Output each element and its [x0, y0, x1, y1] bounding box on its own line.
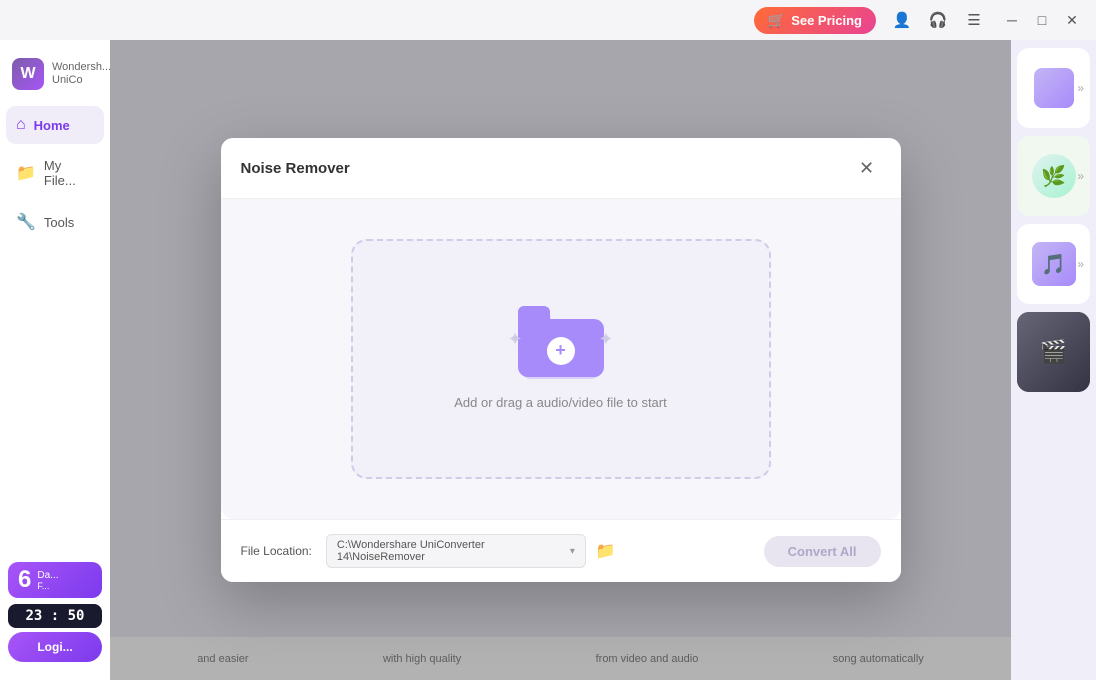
see-pricing-button[interactable]: 🛒 See Pricing — [754, 7, 876, 34]
app-container: W Wondersh... UniCo ⌂ Home 📁 My File... … — [0, 40, 1096, 680]
modal-overlay: Noise Remover ✕ + ✦ ✦ Ad — [110, 40, 1011, 680]
file-location-input: C:\Wondershare UniConverter 14\NoiseRemo… — [326, 534, 622, 568]
sidebar-item-tools[interactable]: 🔧 Tools — [6, 202, 104, 242]
sidebar-item-myfiles[interactable]: 📁 My File... — [6, 148, 104, 198]
days-badge: 6 Da... F... — [8, 562, 102, 598]
sidebar-item-myfiles-label: My File... — [44, 158, 94, 188]
close-button[interactable]: ✕ — [1060, 8, 1084, 32]
right-card-img-1 — [1034, 68, 1074, 108]
sparkle-right-icon: ✦ — [598, 329, 613, 350]
file-path-box[interactable]: C:\Wondershare UniConverter 14\NoiseRemo… — [326, 534, 586, 568]
file-location-section: File Location: C:\Wondershare UniConvert… — [241, 534, 622, 568]
noise-remover-modal: Noise Remover ✕ + ✦ ✦ Ad — [221, 138, 901, 582]
headset-icon[interactable]: 🎧 — [924, 6, 952, 34]
files-icon: 📁 — [16, 163, 36, 183]
home-icon: ⌂ — [16, 116, 26, 134]
user-icon[interactable]: 👤 — [888, 6, 916, 34]
see-pricing-label: See Pricing — [791, 13, 862, 28]
right-card-2-more-icon: » — [1077, 169, 1084, 183]
window-controls: ─ □ ✕ — [1000, 8, 1084, 32]
right-card-4[interactable]: 🎬 — [1017, 312, 1090, 392]
logo-icon: W — [12, 58, 44, 90]
right-card-1[interactable]: » — [1017, 48, 1090, 128]
sidebar-bottom: 6 Da... F... 23 : 50 Logi... — [0, 554, 110, 670]
sidebar-nav: ⌂ Home 📁 My File... 🔧 Tools — [0, 106, 110, 242]
right-card-1-more-icon: » — [1077, 81, 1084, 95]
right-card-img-2: 🌿 — [1032, 154, 1076, 198]
title-bar: 🛒 See Pricing 👤 🎧 ☰ ─ □ ✕ — [0, 0, 1096, 40]
menu-icon[interactable]: ☰ — [960, 6, 988, 34]
modal-footer: File Location: C:\Wondershare UniConvert… — [221, 519, 901, 582]
modal-body: + ✦ ✦ Add or drag a audio/video file to … — [221, 199, 901, 519]
modal-header: Noise Remover ✕ — [221, 138, 901, 199]
login-button[interactable]: Logi... — [8, 632, 102, 662]
logo-text: Wondersh... UniCo — [52, 61, 111, 87]
modal-title: Noise Remover — [241, 160, 350, 177]
sidebar-item-home[interactable]: ⌂ Home — [6, 106, 104, 144]
file-location-label: File Location: — [241, 544, 312, 558]
sidebar: W Wondersh... UniCo ⌂ Home 📁 My File... … — [0, 40, 110, 680]
folder-icon-container: + ✦ ✦ — [516, 309, 606, 379]
cart-icon: 🛒 — [768, 12, 785, 29]
timer-display: 23 : 50 — [8, 604, 102, 628]
folder-plus-icon: + — [547, 337, 575, 365]
folder-browse-button[interactable]: 📁 — [590, 539, 622, 563]
convert-all-button[interactable]: Convert All — [764, 536, 881, 567]
right-panel: » 🌿 » 🎵 » 🎬 — [1011, 40, 1096, 680]
drop-zone-text: Add or drag a audio/video file to start — [454, 395, 666, 410]
tools-icon: 🔧 — [16, 212, 36, 232]
days-sublabel: F... — [37, 581, 58, 591]
folder-front: + — [518, 319, 604, 377]
file-path-text: C:\Wondershare UniConverter 14\NoiseRemo… — [337, 539, 570, 563]
minimize-button[interactable]: ─ — [1000, 8, 1024, 32]
title-bar-icons: 👤 🎧 ☰ — [888, 6, 988, 34]
right-card-2[interactable]: 🌿 » — [1017, 136, 1090, 216]
days-label: Da... — [37, 570, 58, 581]
right-card-video-thumb: 🎬 — [1017, 312, 1090, 392]
right-card-img-3: 🎵 — [1032, 242, 1076, 286]
maximize-button[interactable]: □ — [1030, 8, 1054, 32]
modal-close-button[interactable]: ✕ — [853, 154, 881, 182]
chevron-down-icon: ▾ — [570, 546, 575, 557]
sidebar-item-tools-label: Tools — [44, 215, 74, 230]
sidebar-logo: W Wondersh... UniCo — [0, 50, 110, 106]
sidebar-item-home-label: Home — [34, 118, 70, 133]
drop-zone[interactable]: + ✦ ✦ Add or drag a audio/video file to … — [351, 239, 771, 479]
sparkle-left-icon: ✦ — [508, 329, 523, 350]
main-content: Noise Remover ✕ + ✦ ✦ Ad — [110, 40, 1011, 680]
days-number: 6 — [18, 568, 31, 592]
right-card-3-more-icon: » — [1077, 257, 1084, 271]
right-card-3[interactable]: 🎵 » — [1017, 224, 1090, 304]
